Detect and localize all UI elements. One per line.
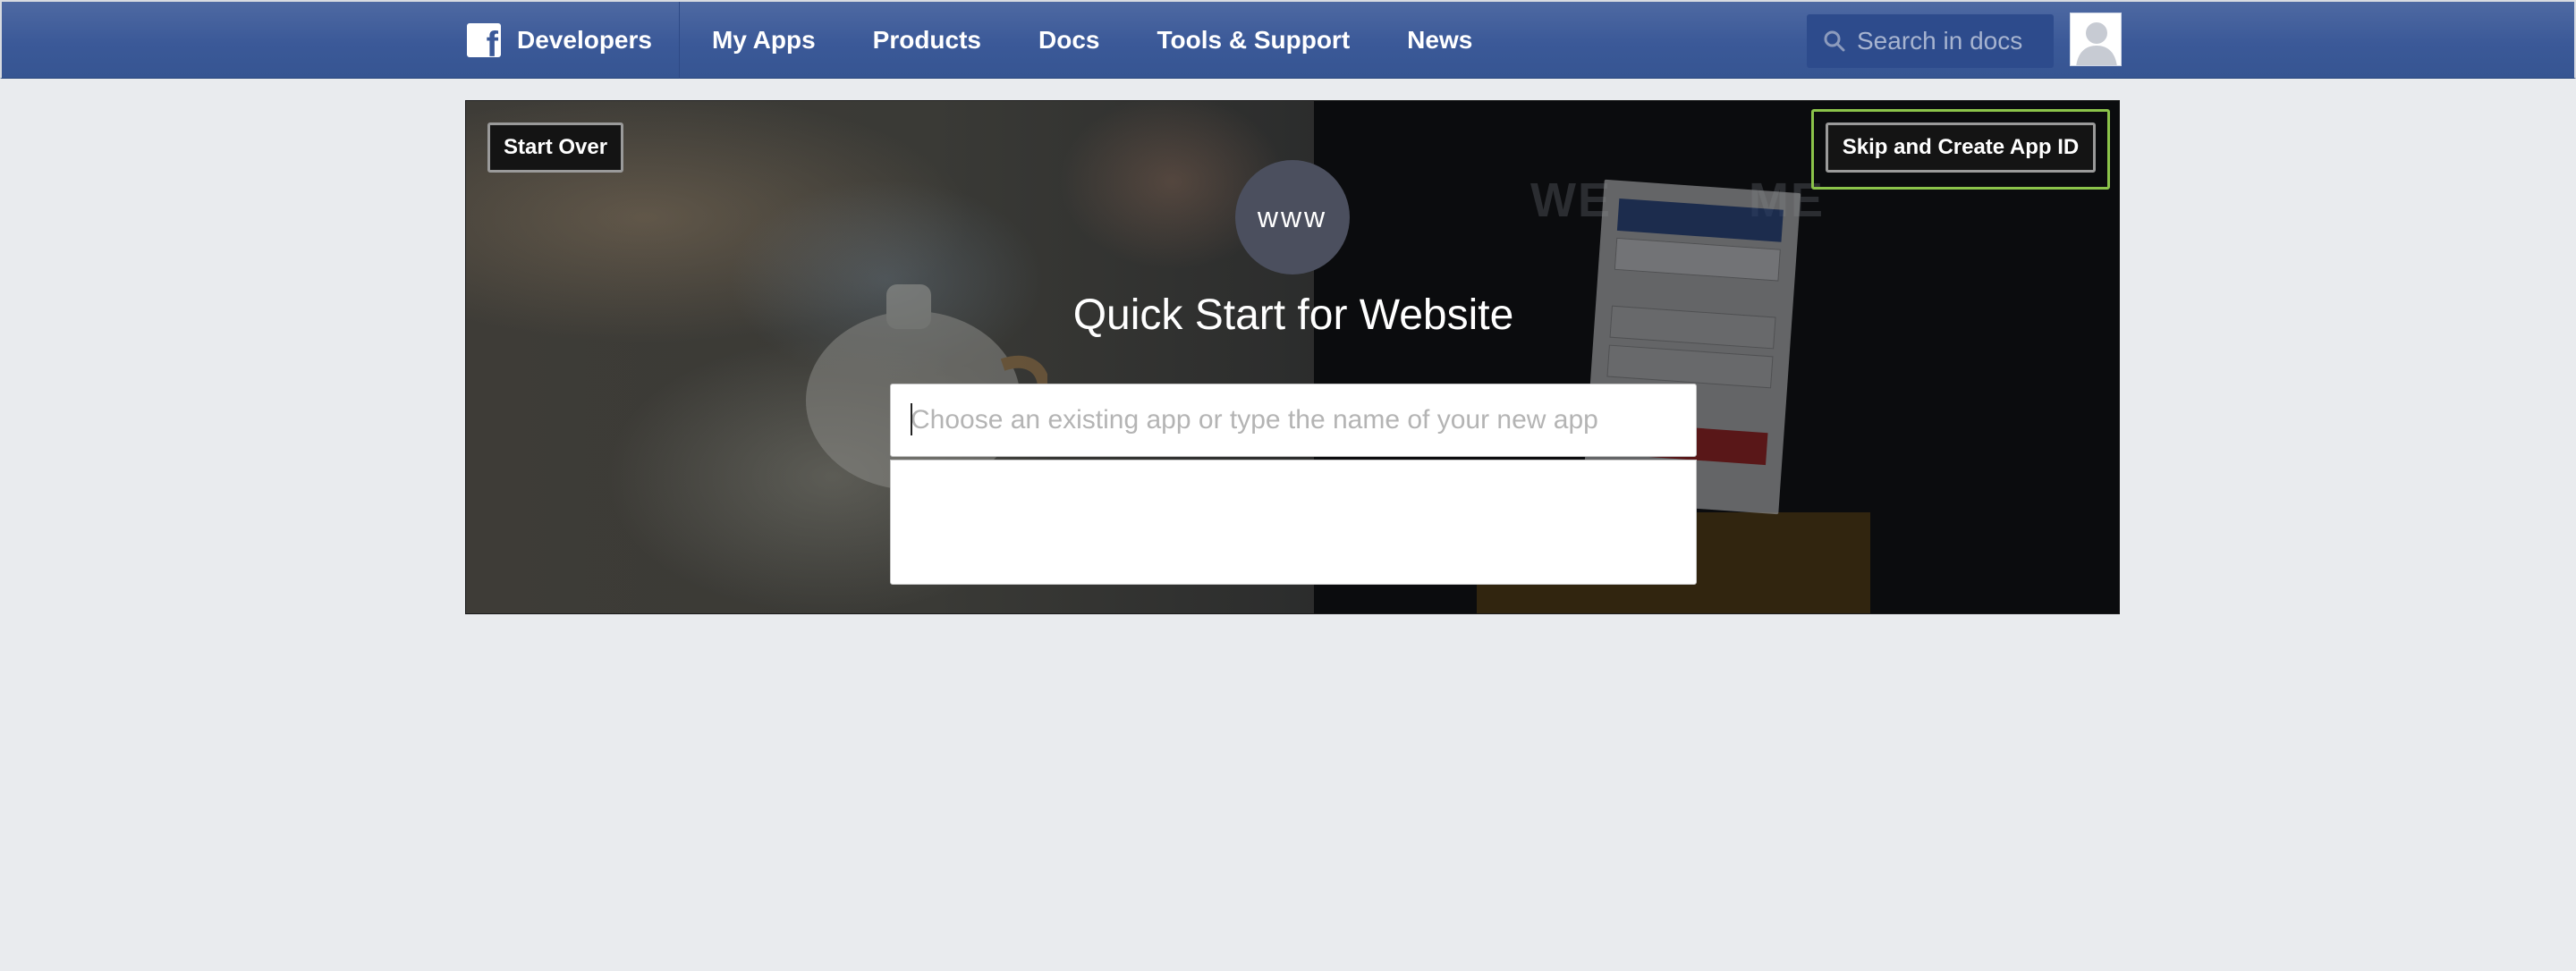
nav-item-tools-support[interactable]: Tools & Support <box>1128 26 1378 55</box>
app-name-input[interactable] <box>890 384 1697 457</box>
nav-item-news[interactable]: News <box>1378 26 1501 55</box>
search-box <box>1807 14 2054 68</box>
nav-item-docs[interactable]: Docs <box>1010 26 1128 55</box>
main-nav: My Apps Products Docs Tools & Support Ne… <box>680 2 1501 79</box>
facebook-logo-icon: f <box>467 23 501 57</box>
user-avatar-icon[interactable] <box>2070 13 2122 66</box>
nav-item-products[interactable]: Products <box>844 26 1010 55</box>
nav-inner: f Developers My Apps Products Docs Tools… <box>467 2 2122 79</box>
text-cursor <box>911 403 912 435</box>
illustration-facebook-row <box>1616 198 1784 242</box>
search-icon <box>1824 30 1845 52</box>
illustration-field-row <box>1606 344 1774 389</box>
quick-start-hero: WE ME Start Over Skip and Create App ID … <box>465 100 2120 614</box>
illustration-google-row <box>1614 237 1781 282</box>
page-title: Quick Start for Website <box>1072 291 1514 339</box>
brand-label: Developers <box>517 26 652 54</box>
brand-link[interactable]: f Developers <box>467 2 680 79</box>
nav-item-my-apps[interactable]: My Apps <box>680 26 844 55</box>
search-input[interactable] <box>1857 27 2045 55</box>
www-badge: www <box>1235 160 1350 274</box>
top-nav-bar: f Developers My Apps Products Docs Tools… <box>0 0 2576 79</box>
start-over-button[interactable]: Start Over <box>487 122 624 173</box>
app-suggestions-dropdown[interactable] <box>890 460 1697 585</box>
skip-and-create-app-id-button[interactable]: Skip and Create App ID <box>1826 122 2096 173</box>
